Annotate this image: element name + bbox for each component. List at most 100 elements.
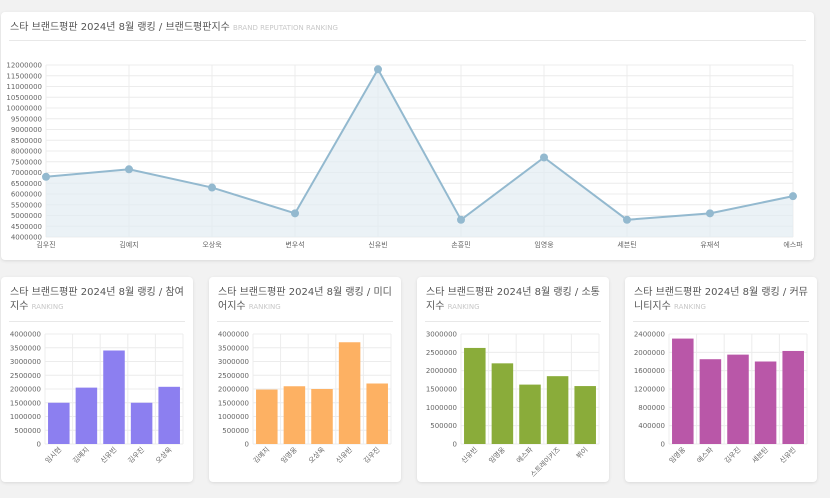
x-tick-label: 변우석 — [285, 240, 304, 249]
data-point — [374, 65, 382, 74]
x-tick-label: 에스파 — [514, 445, 534, 465]
x-tick-label: 김우진 — [36, 240, 55, 249]
x-tick-label: 에스파 — [783, 240, 803, 249]
data-point — [789, 192, 797, 201]
y-tick-label: 10500000 — [6, 94, 42, 102]
x-tick-label: 오상욱 — [154, 445, 174, 465]
y-tick-label: 9000000 — [11, 126, 42, 134]
y-tick-label: 3000000 — [426, 331, 457, 339]
y-tick-label: 2500000 — [10, 372, 41, 380]
y-tick-label: 6000000 — [11, 191, 42, 199]
x-tick-label: 임영웅 — [534, 240, 554, 249]
y-tick-label: 12000000 — [6, 62, 42, 70]
bar — [338, 342, 361, 444]
y-tick-label: 8000000 — [11, 148, 42, 156]
y-tick-label: 500000 — [430, 422, 457, 430]
x-tick-label: 오상욱 — [306, 445, 326, 465]
x-tick-label: 임영웅 — [279, 445, 299, 465]
y-tick-label: 8500000 — [11, 137, 42, 145]
x-tick-label: 손흥민 — [451, 240, 470, 249]
y-tick-label: 2000000 — [10, 386, 41, 394]
y-tick-label: 4500000 — [11, 223, 42, 231]
participation-bar-chart: 0 500000 1000000 1500000 2000000 2500000 30000… — [10, 331, 184, 465]
y-tick-label: 10000000 — [6, 105, 42, 113]
y-tick-label: 5000000 — [11, 212, 42, 220]
bar — [311, 389, 333, 444]
bar — [727, 354, 749, 444]
brand-reputation-line-chart: 4000000450000050000005500000600000065000… — [6, 62, 803, 250]
y-tick-label: 1000000 — [218, 413, 249, 421]
y-tick-label: 500000 — [222, 427, 249, 435]
data-point — [540, 153, 548, 162]
x-tick-label: 김우진 — [722, 445, 742, 465]
main-chart-card: 스타 브랜드평판 2024년 8월 랭킹 / 브랜드평판지수 BRAND REP… — [1, 12, 814, 260]
bar — [546, 376, 569, 444]
x-tick-label: 신유빈 — [334, 445, 354, 465]
media-chart-card: 스타 브랜드평판 2024년 8월 랭킹 / 미디 어지수 RANKING 05… — [209, 277, 401, 482]
x-tick-label: 김우진 — [126, 445, 146, 465]
community-chart-card: 스타 브랜드평판 2024년 8월 랭킹 / 커뮤 니티지수 RANKING 0… — [625, 277, 817, 482]
x-tick-label: 세븐틴 — [617, 240, 636, 249]
x-tick-label: 김예지 — [251, 445, 271, 465]
y-tick-label: 0 — [661, 441, 665, 449]
media-bar-chart: 0 500000 1000000 1500000 2000000 2500000 30000… — [218, 331, 392, 465]
y-tick-label: 4000000 — [10, 331, 41, 339]
y-tick-label: 2000000 — [218, 386, 249, 394]
x-tick-label: 임영웅 — [487, 445, 507, 465]
bar — [283, 386, 306, 444]
x-tick-label: 김우진 — [362, 445, 382, 465]
bar — [464, 347, 486, 444]
y-tick-label: 0 — [245, 441, 249, 449]
y-tick-label: 4000000 — [218, 331, 249, 339]
y-tick-label: 1600000 — [634, 367, 665, 375]
bar — [256, 389, 278, 444]
y-tick-label: 7000000 — [11, 169, 42, 177]
x-tick-label: 김예지 — [71, 445, 91, 465]
participation-chart-card: 스타 브랜드평판 2024년 8월 랭킹 / 참여 지수 RANKING 0 50… — [1, 277, 193, 482]
x-tick-label: 스트레이키즈 — [528, 445, 562, 479]
y-tick-label: 2500000 — [426, 349, 457, 357]
x-tick-label: 에스파 — [695, 445, 715, 465]
data-point — [457, 215, 465, 224]
x-tick-label: 뷔이 — [574, 445, 589, 460]
x-tick-label: 신유빈 — [368, 240, 387, 249]
bar — [103, 350, 125, 444]
data-point — [42, 172, 50, 181]
community-bar-chart: 0 400000 800000 1200000 1600000 2000000 240000… — [634, 331, 808, 465]
data-point — [291, 209, 299, 218]
y-tick-label: 1000000 — [426, 404, 457, 412]
bar — [75, 387, 98, 444]
y-tick-label: 6500000 — [11, 180, 42, 188]
y-tick-label: 1000000 — [10, 413, 41, 421]
bar — [158, 386, 180, 444]
communication-chart-card: 스타 브랜드평판 2024년 8월 랭킹 / 소통 지수 RANKING 0 50… — [417, 277, 609, 482]
data-point — [623, 215, 631, 224]
x-tick-label: 김예지 — [119, 240, 138, 249]
y-tick-label: 2000000 — [426, 367, 457, 375]
bar — [672, 338, 694, 444]
bar — [48, 402, 70, 444]
y-tick-label: 11500000 — [6, 72, 42, 80]
y-tick-label: 500000 — [14, 427, 41, 435]
y-tick-label: 2400000 — [634, 331, 665, 339]
y-tick-label: 5500000 — [11, 201, 42, 209]
area-fill — [46, 69, 793, 237]
x-tick-label: 임영웅 — [667, 445, 687, 465]
y-tick-label: 1500000 — [10, 399, 41, 407]
y-tick-label: 11000000 — [6, 83, 42, 91]
bar — [574, 386, 596, 444]
y-tick-label: 1500000 — [218, 399, 249, 407]
x-tick-label: 오상욱 — [202, 240, 222, 249]
y-tick-label: 3000000 — [218, 358, 249, 366]
y-tick-label: 0 — [37, 441, 41, 449]
data-point — [706, 209, 714, 218]
communication-bar-chart: 0 500000 1000000 1500000 2000000 2500000 30000… — [426, 331, 600, 479]
y-tick-label: 3500000 — [218, 344, 249, 352]
y-tick-label: 1500000 — [426, 386, 457, 394]
y-tick-label: 7500000 — [11, 158, 42, 166]
bar — [519, 384, 541, 444]
bar — [130, 402, 153, 444]
x-tick-label: 세븐틴 — [750, 445, 770, 465]
bar — [366, 383, 388, 444]
y-tick-label: 1200000 — [634, 386, 665, 394]
